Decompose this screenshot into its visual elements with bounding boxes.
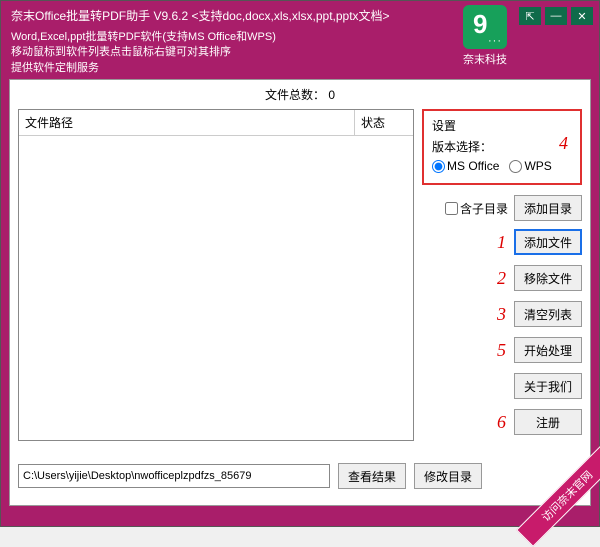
brand: 奈末科技 xyxy=(457,5,513,67)
file-count-row: 文件总数： 0 xyxy=(10,80,590,109)
version-radios: MS Office WPS xyxy=(432,159,572,173)
clear-list-button[interactable]: 清空列表 xyxy=(514,301,582,327)
register-button[interactable]: 注册 xyxy=(514,409,582,435)
remove-file-button[interactable]: 移除文件 xyxy=(514,265,582,291)
version-label: 版本选择： xyxy=(432,138,572,155)
annotation-4: 4 xyxy=(559,133,568,154)
window-controls: ⇱ — ✕ xyxy=(519,7,593,25)
start-button[interactable]: 开始处理 xyxy=(514,337,582,363)
settings-title: 设置 xyxy=(432,117,572,134)
annotation-6: 6 xyxy=(490,412,506,433)
table-header: 文件路径 状态 xyxy=(19,110,413,136)
include-sub-input[interactable] xyxy=(445,202,458,215)
brand-text: 奈末科技 xyxy=(457,51,513,67)
annotation-2: 2 xyxy=(490,268,506,289)
file-table[interactable]: 文件路径 状态 xyxy=(18,109,414,441)
output-path-input[interactable] xyxy=(18,464,330,488)
add-file-button[interactable]: 添加文件 xyxy=(514,229,582,255)
col-path: 文件路径 xyxy=(19,110,355,135)
radio-ms-office[interactable]: MS Office xyxy=(432,159,499,173)
bottom-row: 查看结果 修改目录 xyxy=(10,455,490,497)
side-panel: 设置 版本选择： MS Office WPS 4 含子目录 添加目录 1 添加文件… xyxy=(422,109,582,441)
close-button[interactable]: ✕ xyxy=(571,7,593,25)
pin-button[interactable]: ⇱ xyxy=(519,7,541,25)
brand-logo-icon xyxy=(463,5,507,49)
modify-dir-button[interactable]: 修改目录 xyxy=(414,463,482,489)
include-sub-checkbox[interactable]: 含子目录 xyxy=(445,200,508,217)
radio-ms-office-input[interactable] xyxy=(432,160,445,173)
content-panel: 文件总数： 0 文件路径 状态 设置 版本选择： MS Office WPS xyxy=(9,79,591,506)
file-count-label: 文件总数： xyxy=(265,88,325,102)
action-buttons: 1 添加文件 2 移除文件 3 清空列表 5 开始处理 关于我们 6 注册 xyxy=(422,229,582,435)
about-button[interactable]: 关于我们 xyxy=(514,373,582,399)
view-result-button[interactable]: 查看结果 xyxy=(338,463,406,489)
minimize-button[interactable]: — xyxy=(545,7,567,25)
annotation-1: 1 xyxy=(490,232,506,253)
include-sub-row: 含子目录 添加目录 xyxy=(422,195,582,221)
radio-wps-input[interactable] xyxy=(509,160,522,173)
annotation-3: 3 xyxy=(490,304,506,325)
main-area: 文件路径 状态 设置 版本选择： MS Office WPS 4 含子目录 添加… xyxy=(10,109,590,441)
titlebar: 奈末Office批量转PDF助手 V9.6.2 <支持doc,docx,xls,… xyxy=(1,1,599,73)
radio-wps[interactable]: WPS xyxy=(509,159,551,173)
app-window: 奈末Office批量转PDF助手 V9.6.2 <支持doc,docx,xls,… xyxy=(0,0,600,527)
file-count-value: 0 xyxy=(328,88,335,102)
add-dir-button[interactable]: 添加目录 xyxy=(514,195,582,221)
col-status: 状态 xyxy=(355,110,413,135)
annotation-5: 5 xyxy=(490,340,506,361)
settings-group: 设置 版本选择： MS Office WPS 4 xyxy=(422,109,582,185)
